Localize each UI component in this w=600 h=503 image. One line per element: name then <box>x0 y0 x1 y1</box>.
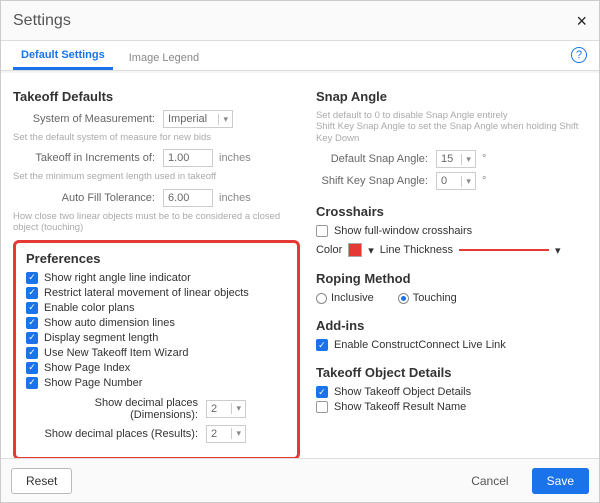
tab-bar: Default Settings Image Legend ? <box>1 41 599 71</box>
cb-page-index[interactable] <box>26 362 38 374</box>
chevron-down-icon: ▾ <box>368 244 374 257</box>
incr-label: Takeoff in Increments of: <box>13 152 163 164</box>
cb-restrict-lateral[interactable] <box>26 287 38 299</box>
radio-touching-label: Touching <box>413 292 457 304</box>
cb-page-number[interactable] <box>26 377 38 389</box>
cb-show-result-name[interactable] <box>316 401 328 413</box>
cb-right-angle[interactable] <box>26 272 38 284</box>
incr-input[interactable]: 1.00 <box>163 149 213 167</box>
tab-default-settings[interactable]: Default Settings <box>13 43 113 70</box>
tab-image-legend[interactable]: Image Legend <box>121 46 207 70</box>
dialog-footer: Reset Cancel Save <box>1 458 599 502</box>
cb-show-details[interactable] <box>316 386 328 398</box>
chevron-down-icon: ▾ <box>461 154 471 165</box>
cb-show-result-name-label: Show Takeoff Result Name <box>334 401 466 413</box>
snap-def-select[interactable]: 15▾ <box>436 150 476 168</box>
cb-new-wizard-label: Use New Takeoff Item Wizard <box>44 347 188 359</box>
chevron-down-icon: ▾ <box>231 403 241 414</box>
autofill-unit: inches <box>219 192 251 204</box>
incr-hint: Set the minimum segment length used in t… <box>13 171 300 182</box>
reset-button[interactable]: Reset <box>11 468 72 494</box>
cb-full-crosshairs[interactable] <box>316 225 328 237</box>
system-label: System of Measurement: <box>13 113 163 125</box>
dialog-content: Takeoff Defaults System of Measurement: … <box>1 73 599 458</box>
cb-page-index-label: Show Page Index <box>44 362 130 374</box>
roping-heading: Roping Method <box>316 271 587 286</box>
cb-restrict-lateral-label: Restrict lateral movement of linear obje… <box>44 287 249 299</box>
cb-seg-length-label: Display segment length <box>44 332 158 344</box>
cross-thick-label: Line Thickness <box>380 244 453 256</box>
chevron-down-icon: ▾ <box>461 176 471 187</box>
cb-live-link-label: Enable ConstructConnect Live Link <box>334 339 506 351</box>
radio-touching[interactable] <box>398 293 409 304</box>
incr-unit: inches <box>219 152 251 164</box>
cb-show-details-label: Show Takeoff Object Details <box>334 386 471 398</box>
cross-heading: Crosshairs <box>316 204 587 219</box>
dialog-title: Settings <box>13 1 71 41</box>
save-button[interactable]: Save <box>532 468 589 494</box>
dec-res-select[interactable]: 2▾ <box>206 425 246 443</box>
snap-shift-deg: ° <box>482 175 486 187</box>
autofill-hint: How close two linear objects must be to … <box>13 211 300 234</box>
takeoff-defaults-heading: Takeoff Defaults <box>13 89 300 104</box>
addins-heading: Add-ins <box>316 318 587 333</box>
cb-page-number-label: Show Page Number <box>44 377 142 389</box>
cb-live-link[interactable] <box>316 339 328 351</box>
close-icon[interactable]: × <box>576 1 587 41</box>
snap-def-deg: ° <box>482 153 486 165</box>
dec-dim-select[interactable]: 2▾ <box>206 400 246 418</box>
cb-right-angle-label: Show right angle line indicator <box>44 272 191 284</box>
snap-def-label: Default Snap Angle: <box>316 153 436 165</box>
dec-res-label: Show decimal places (Results): <box>26 428 206 440</box>
snap-heading: Snap Angle <box>316 89 587 104</box>
cb-full-crosshairs-label: Show full-window crosshairs <box>334 225 472 237</box>
snap-shift-select[interactable]: 0▾ <box>436 172 476 190</box>
cb-color-plans[interactable] <box>26 302 38 314</box>
cb-new-wizard[interactable] <box>26 347 38 359</box>
radio-inclusive-label: Inclusive <box>331 292 374 304</box>
cross-color-label: Color <box>316 244 342 256</box>
snap-shift-label: Shift Key Snap Angle: <box>316 175 436 187</box>
cb-seg-length[interactable] <box>26 332 38 344</box>
system-hint: Set the default system of measure for ne… <box>13 132 300 143</box>
radio-inclusive[interactable] <box>316 293 327 304</box>
chevron-down-icon: ▾ <box>555 244 561 257</box>
chevron-down-icon: ▾ <box>218 114 228 125</box>
cross-color-swatch[interactable] <box>348 243 362 257</box>
cross-thick-select[interactable] <box>459 249 549 251</box>
chevron-down-icon: ▾ <box>231 428 241 439</box>
cancel-button[interactable]: Cancel <box>457 469 522 493</box>
details-heading: Takeoff Object Details <box>316 365 587 380</box>
system-select[interactable]: Imperial ▾ <box>163 110 233 128</box>
preferences-panel: Preferences Show right angle line indica… <box>13 240 300 458</box>
prefs-heading: Preferences <box>26 251 287 266</box>
cb-auto-dim[interactable] <box>26 317 38 329</box>
autofill-input[interactable]: 6.00 <box>163 189 213 207</box>
dec-dim-label: Show decimal places (Dimensions): <box>26 397 206 421</box>
autofill-label: Auto Fill Tolerance: <box>13 192 163 204</box>
cb-auto-dim-label: Show auto dimension lines <box>44 317 175 329</box>
help-icon[interactable]: ? <box>571 47 587 63</box>
snap-hint: Set default to 0 to disable Snap Angle e… <box>316 110 587 144</box>
cb-color-plans-label: Enable color plans <box>44 302 135 314</box>
